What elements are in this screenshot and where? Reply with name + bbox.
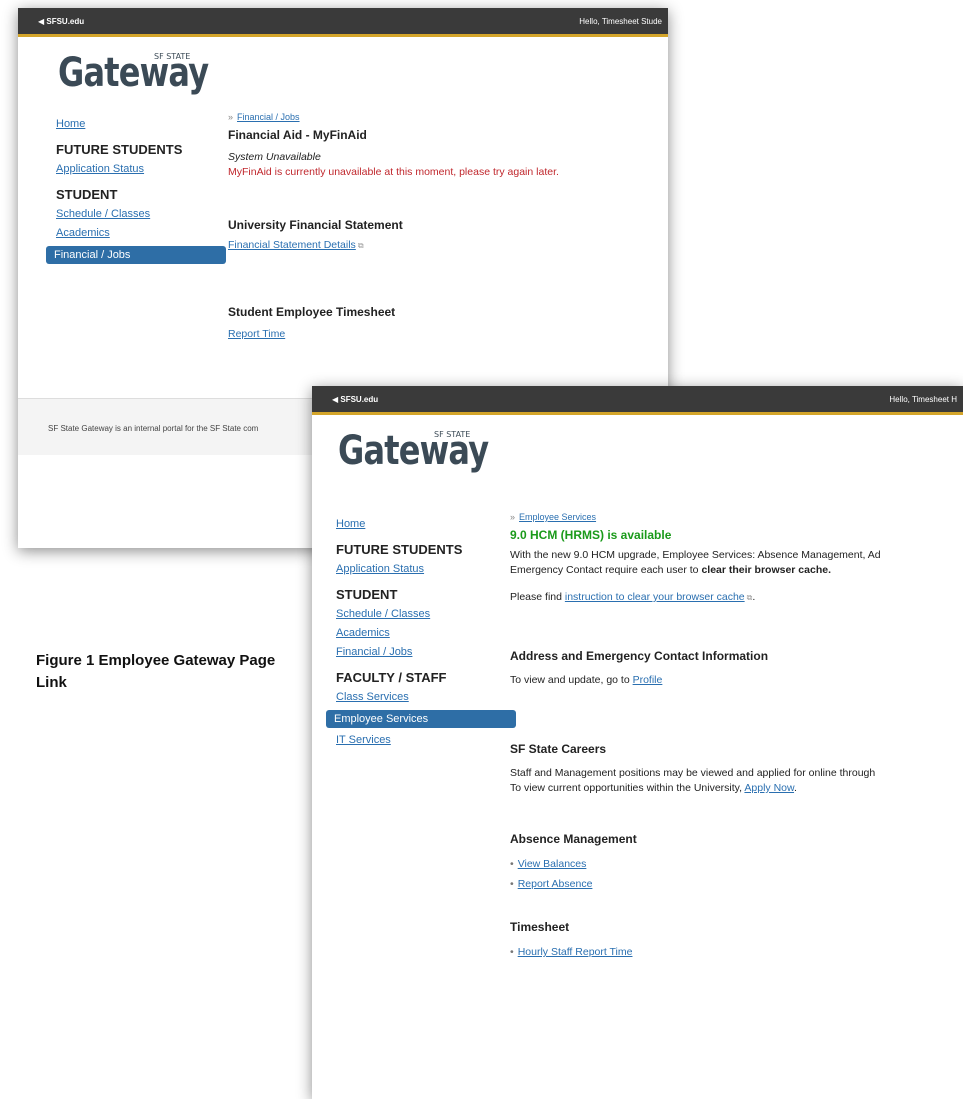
sidebar-item-schedule-classes[interactable]: Schedule / Classes	[56, 208, 226, 220]
profile-link[interactable]: Profile	[633, 674, 663, 686]
hourly-staff-report-time-link[interactable]: Hourly Staff Report Time	[518, 946, 633, 958]
footer-text: SF State Gateway is an internal portal f…	[48, 424, 259, 433]
sidebar-header-future-students: FUTURE STUDENTS	[336, 542, 463, 557]
sidebar-header-future-students: FUTURE STUDENTS	[56, 142, 183, 157]
ufs-title: University Financial Statement	[228, 218, 403, 232]
careers-text-line-2: To view current opportunities within the…	[510, 782, 797, 794]
apply-now-link[interactable]: Apply Now	[744, 782, 794, 794]
external-link-icon: ⧉	[357, 241, 364, 250]
top-bar: ◀ SFSU.edu Hello, Timesheet Stude	[18, 8, 668, 37]
sidebar-item-application-status[interactable]: Application Status	[56, 163, 226, 175]
user-greeting: Hello, Timesheet H	[889, 395, 957, 404]
view-balances-link[interactable]: View Balances	[518, 858, 587, 870]
sidebar-item-financial-jobs[interactable]: Financial / Jobs	[46, 246, 226, 264]
sidebar-nav: Home FUTURE STUDENTS Application Status …	[46, 118, 226, 264]
sidebar-item-employee-services[interactable]: Employee Services	[326, 710, 516, 728]
student-timesheet-title: Student Employee Timesheet	[228, 305, 396, 319]
logo-sf-state: SF STATE	[434, 430, 471, 439]
main-content: » Employee Services 9.0 HCM (HRMS) is ava…	[510, 512, 963, 966]
user-greeting: Hello, Timesheet Stude	[579, 17, 662, 26]
clear-cache-emphasis: clear their browser cache.	[701, 564, 832, 576]
sidebar-item-home[interactable]: Home	[56, 118, 226, 130]
clear-cache-instructions-link[interactable]: instruction to clear your browser cache	[565, 591, 745, 603]
sfsu-home-link[interactable]: ◀ SFSU.edu	[38, 17, 84, 26]
sidebar-header-student: STUDENT	[56, 187, 118, 202]
sfsu-home-link[interactable]: ◀ SFSU.edu	[332, 395, 378, 404]
top-bar: ◀ SFSU.edu Hello, Timesheet H	[312, 386, 963, 415]
breadcrumb: » Employee Services	[510, 512, 597, 522]
sidebar-header-faculty-staff: FACULTY / STAFF	[336, 670, 447, 685]
list-item: • View Balances	[510, 858, 587, 870]
breadcrumb-link[interactable]: Employee Services	[519, 512, 596, 522]
sidebar-item-schedule-classes[interactable]: Schedule / Classes	[336, 608, 516, 620]
careers-text-line-1: Staff and Management positions may be vi…	[510, 767, 876, 779]
report-absence-link[interactable]: Report Absence	[518, 878, 593, 890]
sidebar-item-application-status[interactable]: Application Status	[336, 563, 516, 575]
list-item: • Hourly Staff Report Time	[510, 946, 633, 958]
absence-links: • View Balances • Report Absence	[510, 858, 963, 890]
screenshot-employee-services: ◀ SFSU.edu Hello, Timesheet H Gateway SF…	[312, 386, 963, 1099]
address-title: Address and Emergency Contact Informatio…	[510, 649, 769, 663]
sidebar-item-class-services[interactable]: Class Services	[336, 691, 516, 703]
financial-statement-details-link[interactable]: Financial Statement Details	[228, 239, 356, 251]
timesheet-title: Timesheet	[510, 920, 570, 934]
hcm-text-line-2: Emergency Contact require each user to c…	[510, 564, 832, 576]
timesheet-links: • Hourly Staff Report Time	[510, 946, 963, 958]
sidebar-item-it-services[interactable]: IT Services	[336, 734, 516, 746]
sidebar-item-academics[interactable]: Academics	[336, 627, 516, 639]
finaid-status: System Unavailable	[228, 151, 321, 163]
finaid-error-message: MyFinAid is currently unavailable at thi…	[228, 166, 559, 178]
logo-sf-state: SF STATE	[154, 52, 191, 61]
sidebar-header-student: STUDENT	[336, 587, 398, 602]
main-content: » Financial / Jobs Financial Aid - MyFinA…	[228, 112, 668, 342]
sidebar-nav: Home FUTURE STUDENTS Application Status …	[326, 518, 516, 753]
figure-caption: Figure 1 Employee Gateway Page Link	[36, 652, 276, 691]
list-item: • Report Absence	[510, 878, 593, 890]
gateway-logo[interactable]: Gateway SF STATE	[338, 428, 526, 474]
hcm-text-line-1: With the new 9.0 HCM upgrade, Employee S…	[510, 549, 881, 561]
hcm-available-title: 9.0 HCM (HRMS) is available	[510, 528, 672, 542]
find-instructions-text: Please find instruction to clear your br…	[510, 591, 756, 603]
breadcrumb: » Financial / Jobs	[228, 112, 300, 122]
gateway-logo[interactable]: Gateway SF STATE	[58, 50, 246, 96]
sidebar-item-home[interactable]: Home	[336, 518, 516, 530]
sidebar-item-academics[interactable]: Academics	[56, 227, 226, 239]
address-text: To view and update, go to Profile	[510, 674, 663, 686]
absence-title: Absence Management	[510, 832, 637, 846]
finaid-title: Financial Aid - MyFinAid	[228, 128, 367, 142]
careers-title: SF State Careers	[510, 742, 607, 756]
sidebar-item-financial-jobs[interactable]: Financial / Jobs	[336, 646, 516, 658]
breadcrumb-link[interactable]: Financial / Jobs	[237, 112, 300, 122]
report-time-link[interactable]: Report Time	[228, 328, 285, 340]
